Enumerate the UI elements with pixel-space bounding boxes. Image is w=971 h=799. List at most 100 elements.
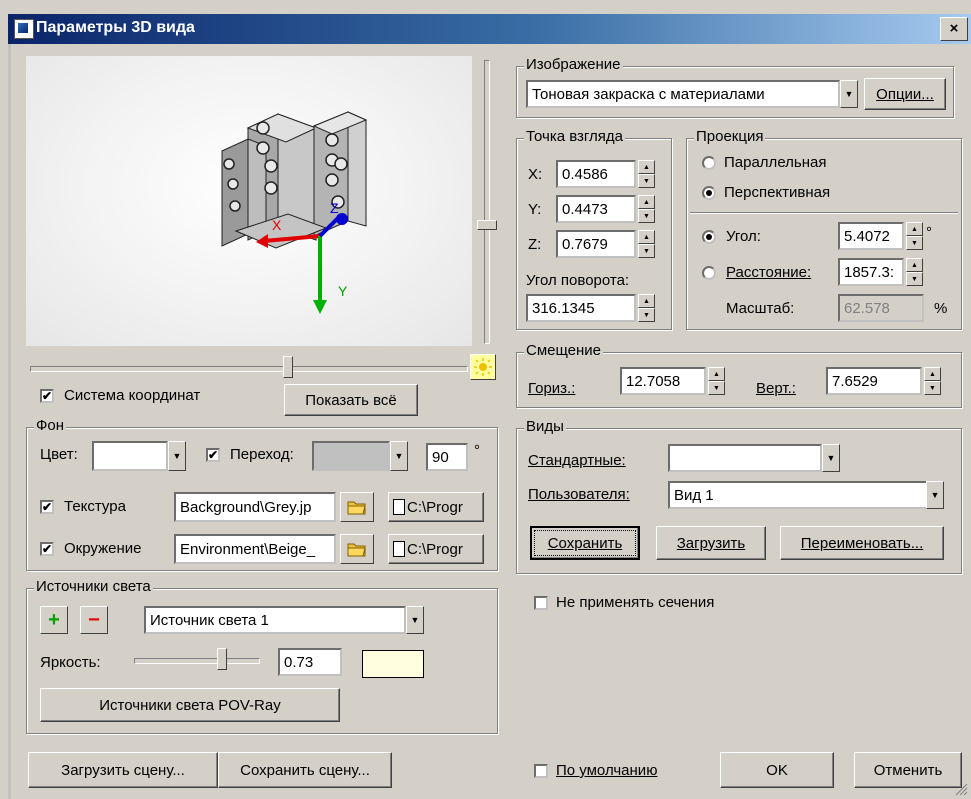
load-view-label: Загрузить [676, 534, 746, 552]
vp-x-spinner[interactable]: ▲ ▼ [638, 160, 655, 188]
vp-z-spinner[interactable]: ▲ ▼ [638, 230, 655, 258]
coords-checkbox[interactable]: ✔ [40, 389, 54, 403]
rotation-angle-spinner[interactable]: ▲ ▼ [638, 294, 655, 322]
coords-checkbox-label: Система координат [64, 387, 201, 404]
load-view-button[interactable]: Загрузить [656, 526, 766, 560]
3d-viewport[interactable]: X Y Z [26, 56, 472, 346]
lights-group-label: Источники света [34, 578, 153, 595]
environment-path-input[interactable]: Environment\Beige_ [174, 534, 336, 564]
light-select-dropdown[interactable]: ▼ [406, 606, 424, 634]
zoom-slider-thumb[interactable] [477, 220, 497, 230]
scale-unit: % [934, 300, 948, 317]
texture-dir-button[interactable]: C:\Progr [388, 492, 484, 522]
show-all-button[interactable]: Показать всё [284, 384, 418, 416]
bg-color-label: Цвет: [40, 446, 78, 463]
remove-light-icon[interactable]: − [80, 606, 108, 634]
default-checkbox[interactable] [534, 764, 548, 778]
environment-dir-button[interactable]: C:\Progr [388, 534, 484, 564]
user-views-select[interactable]: Вид 1 [668, 481, 944, 509]
save-scene-button[interactable]: Сохранить сцену... [218, 752, 392, 788]
sun-icon[interactable] [470, 354, 496, 380]
save-view-label: Сохранить [547, 534, 623, 552]
cancel-button[interactable]: Отменить [854, 752, 962, 788]
offset-horiz-input[interactable]: 12.7058 [620, 367, 706, 395]
povray-lights-button[interactable]: Источники света POV-Ray [40, 688, 340, 722]
vp-x-input[interactable]: 0.4586 [556, 160, 636, 188]
resize-grip-icon[interactable] [954, 782, 968, 796]
environment-folder-icon[interactable] [340, 534, 374, 564]
texture-checkbox[interactable]: ✔ [40, 500, 54, 514]
render-mode-select[interactable]: Тоновая закраска с материалами [526, 80, 840, 108]
light-color-swatch[interactable] [362, 650, 424, 678]
texture-folder-icon[interactable] [340, 492, 374, 522]
vp-y-label: Y: [528, 201, 542, 218]
default-label: По умолчанию [556, 762, 658, 779]
bg-angle-input[interactable]: 90 [426, 443, 468, 471]
fov-angle-spinner[interactable]: ▲ ▼ [906, 222, 923, 250]
offset-vert-spinner[interactable]: ▲ ▼ [924, 367, 941, 395]
vp-y-input[interactable]: 0.4473 [556, 195, 636, 223]
distance-spinner[interactable]: ▲ ▼ [906, 258, 923, 286]
user-views-label: Пользователя: [528, 486, 630, 503]
rotation-angle-label: Угол поворота: [526, 272, 630, 289]
axis-y-label: Y [338, 283, 348, 299]
standard-views-dropdown[interactable]: ▼ [822, 444, 840, 472]
close-button[interactable]: × [940, 17, 968, 41]
vp-y-spinner[interactable]: ▲ ▼ [638, 195, 655, 223]
options-button-label: Опции... [876, 85, 934, 103]
bg-color-dropdown[interactable]: ▼ [168, 441, 186, 471]
add-light-icon[interactable]: + [40, 606, 68, 634]
load-scene-button[interactable]: Загрузить сцену... [28, 752, 218, 788]
offset-vert-input[interactable]: 7.6529 [826, 367, 922, 395]
transition-color-dropdown[interactable]: ▼ [390, 441, 408, 471]
render-mode-dropdown[interactable]: ▼ [840, 80, 858, 108]
no-sections-checkbox[interactable] [534, 596, 548, 610]
transition-checkbox[interactable]: ✔ [206, 448, 220, 462]
file-icon [393, 499, 405, 515]
brightness-slider-thumb[interactable] [217, 648, 228, 670]
rotation-slider-thumb[interactable] [283, 356, 293, 378]
transition-color-swatch[interactable] [312, 441, 390, 471]
file-icon [393, 541, 405, 557]
bg-angle-unit: ° [474, 442, 480, 459]
offset-horiz-label: Гориз.: [528, 380, 576, 397]
options-button[interactable]: Опции... [864, 78, 946, 110]
environment-checkbox[interactable]: ✔ [40, 542, 54, 556]
zoom-slider-track[interactable] [484, 60, 490, 344]
fov-angle-input[interactable]: 5.4072 [838, 222, 904, 250]
rename-view-label: Переименовать... [800, 534, 924, 552]
no-sections-label: Не применять сечения [556, 594, 715, 611]
user-views-dropdown[interactable]: ▼ [926, 481, 944, 509]
vp-z-input[interactable]: 0.7679 [556, 230, 636, 258]
parallel-radio[interactable] [702, 156, 716, 170]
standard-views-select[interactable] [668, 444, 822, 472]
bg-color-swatch[interactable] [92, 441, 168, 471]
light-select[interactable]: Источник света 1 [144, 606, 406, 634]
scale-label: Масштаб: [726, 300, 795, 317]
environment-label: Окружение [64, 540, 142, 557]
window-frame [8, 44, 11, 799]
brightness-slider-track[interactable] [134, 658, 260, 664]
transition-label: Переход: [230, 446, 294, 463]
perspective-radio[interactable] [702, 186, 716, 200]
fov-angle-unit: ° [926, 224, 932, 241]
texture-label: Текстура [64, 498, 126, 515]
app-icon [14, 19, 34, 39]
axis-x-label: X [272, 217, 282, 233]
offset-horiz-spinner[interactable]: ▲ ▼ [708, 367, 725, 395]
rotation-slider-track[interactable] [30, 366, 468, 372]
distance-radio[interactable] [702, 266, 716, 280]
save-view-button[interactable]: Сохранить [530, 526, 640, 560]
distance-input[interactable]: 1857.3: [838, 258, 904, 286]
texture-path-input[interactable]: Background\Grey.jp [174, 492, 336, 522]
vp-x-label: X: [528, 166, 543, 183]
rename-view-button[interactable]: Переименовать... [780, 526, 944, 560]
brightness-input[interactable]: 0.73 [278, 648, 342, 676]
rotation-angle-input[interactable]: 316.1345 [526, 294, 636, 322]
ok-button[interactable]: OK [720, 752, 834, 788]
background-group-label: Фон [34, 417, 67, 434]
axis-z-label: Z [330, 200, 339, 216]
offset-group-label: Смещение [524, 342, 604, 359]
angle-radio[interactable] [702, 230, 716, 244]
image-group-label: Изображение [524, 56, 623, 73]
